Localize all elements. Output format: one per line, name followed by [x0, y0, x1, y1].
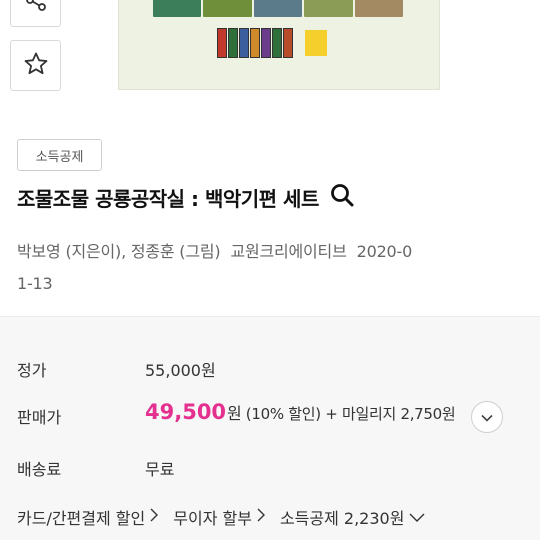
discount-mileage-info: (10% 할인) + 마일리지 2,750원 [245, 405, 456, 423]
sticker-illustration [305, 30, 327, 56]
sale-price-number: 49,500 [145, 400, 227, 424]
share-button[interactable] [10, 0, 61, 27]
search-icon[interactable] [329, 182, 355, 212]
chevron-down-icon [408, 508, 426, 527]
wishlist-button[interactable] [10, 40, 61, 91]
discount-options: 카드/간편결제 할인 무이자 할부 소득공제 2,230원 [17, 505, 426, 529]
sale-price-value: 49,500 원 (10% 할인) + 마일리지 2,750원 [145, 400, 456, 424]
price-box: 정가 55,000원 판매가 49,500 원 (10% 할인) + 마일리지 … [0, 316, 540, 540]
product-title: 조물조물 공룡공작실 : 백악기편 세트 [17, 186, 319, 211]
income-deduction-link[interactable]: 소득공제 2,230원 [280, 505, 427, 529]
shipping-value: 무료 [145, 460, 175, 479]
chevron-down-icon [480, 408, 494, 427]
card-discount-link[interactable]: 카드/간편결제 할인 [17, 505, 159, 529]
author-publisher-line: 박보영 (지은이), 정종훈 (그림) 교원크리에이티브 2020-0 1-13 [17, 236, 527, 300]
title-row: 조물조물 공룡공작실 : 백악기편 세트 [17, 182, 355, 212]
list-price-label: 정가 [17, 361, 47, 380]
author-link[interactable]: 박보영 (지은이), 정종훈 (그림) [17, 242, 221, 261]
shipping-label: 배송료 [17, 460, 62, 479]
chevron-right-icon [149, 507, 159, 527]
list-price-value: 55,000원 [145, 361, 216, 380]
publish-date-cont: 1-13 [17, 274, 53, 293]
star-icon [23, 51, 49, 81]
income-deduction-label: 소득공제 2,230원 [279, 509, 405, 528]
sale-price-unit: 원 [227, 404, 242, 423]
card-discount-label: 카드/간편결제 할인 [17, 509, 146, 528]
sale-price-label: 판매가 [17, 408, 62, 427]
income-deduction-badge: 소득공제 [17, 139, 102, 171]
price-detail-expand-button[interactable] [471, 401, 503, 433]
share-icon [23, 0, 49, 17]
publisher-link[interactable]: 교원크리에이티브 [230, 242, 346, 261]
publish-date: 2020-0 [356, 242, 413, 261]
book-set-illustration [217, 28, 293, 58]
product-image[interactable] [118, 0, 440, 90]
chevron-right-icon [256, 507, 266, 527]
interest-free-label: 무이자 할부 [173, 509, 252, 528]
product-illustration [153, 0, 404, 17]
interest-free-link[interactable]: 무이자 할부 [173, 505, 266, 529]
